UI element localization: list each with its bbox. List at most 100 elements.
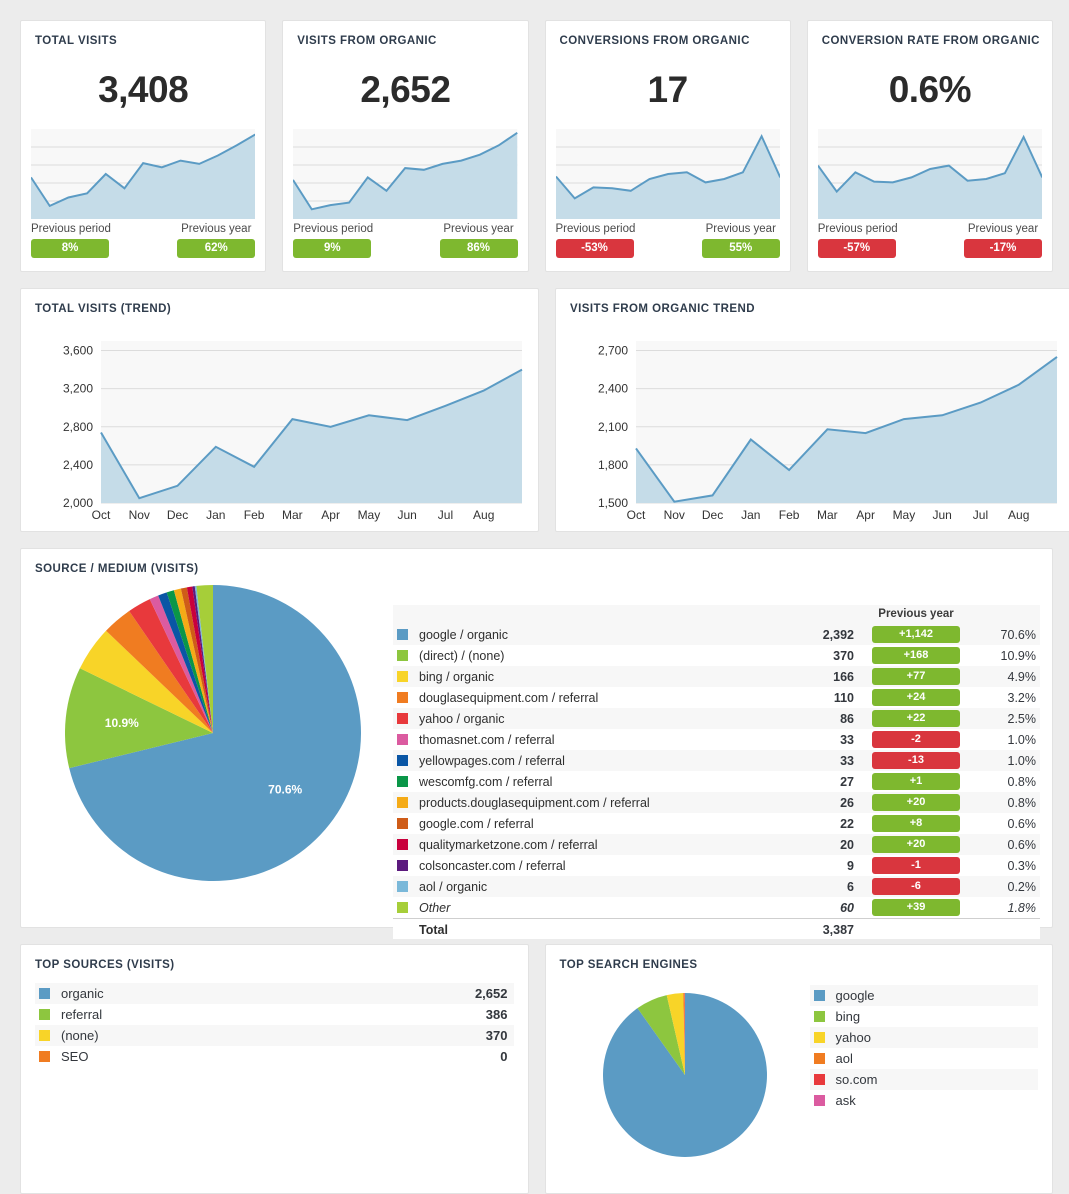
list-item[interactable]: bing bbox=[810, 1006, 1039, 1027]
table-row[interactable]: thomasnet.com / referral 33 -2 1.0% bbox=[393, 729, 1040, 750]
table-row[interactable]: products.douglasequipment.com / referral… bbox=[393, 792, 1040, 813]
row-value: 60 bbox=[840, 900, 854, 915]
total-swatch bbox=[393, 918, 419, 939]
row-value: 86 bbox=[840, 711, 854, 726]
list-item[interactable]: aol bbox=[810, 1048, 1039, 1069]
th-swatch bbox=[393, 605, 419, 624]
svg-text:May: May bbox=[358, 508, 381, 522]
svg-text:Jan: Jan bbox=[206, 508, 225, 522]
card-title: TOTAL VISITS bbox=[35, 35, 118, 47]
row-label: referral bbox=[61, 1007, 103, 1022]
kpi-previous-year-badge: 86% bbox=[439, 239, 518, 258]
table-row[interactable]: Other 60 +39 1.8% bbox=[393, 897, 1040, 919]
svg-text:Apr: Apr bbox=[321, 508, 340, 522]
row-label: google bbox=[835, 988, 875, 1003]
svg-text:1,800: 1,800 bbox=[598, 458, 628, 472]
row-delta: +1 bbox=[866, 771, 966, 792]
row-label: organic bbox=[61, 986, 104, 1001]
dashboard: TOTAL VISITS 3,408 Previous period 8% Previo… bbox=[0, 0, 1069, 1194]
table-row[interactable]: google.com / referral 22 +8 0.6% bbox=[393, 813, 1040, 834]
row-delta: +24 bbox=[866, 687, 966, 708]
table-row[interactable]: aol / organic 6 -6 0.2% bbox=[393, 876, 1040, 897]
row-label: bing bbox=[835, 1009, 861, 1024]
card-title: TOP SOURCES (VISITS) bbox=[35, 959, 175, 971]
list-item[interactable]: SEO 0 bbox=[35, 1046, 514, 1067]
list-item[interactable]: google bbox=[809, 985, 1038, 1006]
legend-swatch-icon bbox=[35, 983, 61, 1004]
row-delta: +22 bbox=[866, 708, 966, 729]
row-value: 27 bbox=[840, 774, 854, 789]
kpi-previous-period-badge: 8% bbox=[31, 239, 109, 258]
svg-text:3,200: 3,200 bbox=[63, 382, 93, 396]
list-item[interactable]: (none) 370 bbox=[35, 1025, 514, 1046]
legend-swatch-icon bbox=[810, 1090, 836, 1111]
table-header-row: Previous year bbox=[393, 605, 1040, 624]
list-item[interactable]: yahoo bbox=[809, 1027, 1038, 1048]
kpi-previous-period-label: Previous period bbox=[31, 223, 111, 235]
svg-text:2,400: 2,400 bbox=[598, 382, 628, 396]
table-row[interactable]: colsoncaster.com / referral 9 -1 0.3% bbox=[393, 855, 1040, 876]
source-medium-row: SOURCE / MEDIUM (VISITS) 70.6% 10.9% Prev… bbox=[20, 548, 1053, 939]
row-label: (direct) / (none) bbox=[419, 648, 505, 663]
kpi-card: VISITS FROM ORGANIC 2,652 Previous period 9… bbox=[282, 20, 529, 272]
source-medium-table: Previous year google / organic 2,392 +1,14… bbox=[393, 605, 1040, 939]
kpi-previous-period: Previous period -53% bbox=[555, 223, 635, 258]
table-row[interactable]: bing / organic 166 +77 4.9% bbox=[393, 666, 1040, 687]
row-label: yellowpages.com / referral bbox=[419, 753, 565, 768]
row-value: 110 bbox=[833, 690, 854, 705]
row-percent: 0.2% bbox=[1007, 879, 1037, 894]
svg-text:Aug: Aug bbox=[1008, 508, 1029, 522]
table-row[interactable]: (direct) / (none) 370 +168 10.9% bbox=[393, 645, 1040, 666]
kpi-card: CONVERSIONS FROM ORGANIC 17 Previous perio… bbox=[544, 20, 791, 272]
legend-swatch-icon bbox=[810, 985, 836, 1006]
top-sources-table: organic 2,652 referral 386 (none) 370 SEO 0 bbox=[35, 983, 514, 1067]
legend-swatch-icon bbox=[393, 750, 419, 771]
table-row[interactable]: yellowpages.com / referral 33 -13 1.0% bbox=[393, 750, 1040, 771]
row-label: so.com bbox=[835, 1072, 878, 1087]
row-label: yahoo bbox=[835, 1030, 871, 1045]
kpi-previous-period-label: Previous period bbox=[293, 223, 374, 235]
total-label: Total bbox=[419, 918, 782, 939]
row-percent: 2.5% bbox=[1007, 711, 1037, 726]
row-percent: 0.6% bbox=[1007, 837, 1037, 852]
row-label: google.com / referral bbox=[419, 816, 534, 831]
th-previous-year: Previous year bbox=[866, 605, 966, 624]
kpi-previous-year: Previous year 86% bbox=[439, 223, 518, 258]
table-row[interactable]: yahoo / organic 86 +22 2.5% bbox=[393, 708, 1040, 729]
list-item[interactable]: so.com bbox=[809, 1069, 1038, 1090]
kpi-value: 2,652 bbox=[360, 69, 451, 110]
kpi-sparkline bbox=[31, 129, 256, 219]
table-row[interactable]: wescomfg.com / referral 27 +1 0.8% bbox=[393, 771, 1040, 792]
row-value: 22 bbox=[840, 816, 854, 831]
total-value: 3,387 bbox=[782, 918, 866, 939]
svg-text:Dec: Dec bbox=[167, 508, 188, 522]
legend-swatch-icon bbox=[393, 729, 419, 750]
list-item[interactable]: ask bbox=[810, 1090, 1039, 1111]
table-row[interactable]: douglasequipment.com / referral 110 +24 3.2… bbox=[393, 687, 1040, 708]
list-item[interactable]: organic 2,652 bbox=[35, 983, 514, 1004]
kpi-previous-year-label: Previous year bbox=[181, 223, 252, 235]
svg-text:Jan: Jan bbox=[741, 508, 760, 522]
row-label: aol / organic bbox=[419, 879, 488, 894]
kpi-previous-year-badge: -17% bbox=[964, 239, 1042, 258]
svg-text:Nov: Nov bbox=[129, 508, 150, 522]
table-row[interactable]: google / organic 2,392 +1,142 70.6% bbox=[393, 624, 1040, 645]
row-percent: 10.9% bbox=[1000, 648, 1036, 663]
legend-swatch-icon bbox=[35, 1004, 61, 1025]
row-label: thomasnet.com / referral bbox=[419, 732, 555, 747]
legend-swatch-icon bbox=[393, 645, 419, 666]
top-search-engines-pie-chart bbox=[560, 981, 810, 1157]
row-value: 0 bbox=[500, 1049, 508, 1064]
table-row[interactable]: qualitymarketzone.com / referral 20 +20 0.6… bbox=[393, 834, 1040, 855]
svg-text:Aug: Aug bbox=[473, 508, 494, 522]
row-delta: +1,142 bbox=[866, 624, 966, 645]
row-percent: 0.3% bbox=[1007, 858, 1037, 873]
legend-swatch-icon bbox=[810, 1048, 836, 1069]
kpi-sparkline bbox=[555, 129, 780, 219]
card-title: VISITS FROM ORGANIC bbox=[297, 35, 437, 47]
svg-text:Nov: Nov bbox=[664, 508, 685, 522]
card-title: VISITS FROM ORGANIC TREND bbox=[570, 303, 756, 315]
total-percent bbox=[966, 918, 1040, 939]
legend-swatch-icon bbox=[393, 771, 419, 792]
list-item[interactable]: referral 386 bbox=[35, 1004, 514, 1025]
